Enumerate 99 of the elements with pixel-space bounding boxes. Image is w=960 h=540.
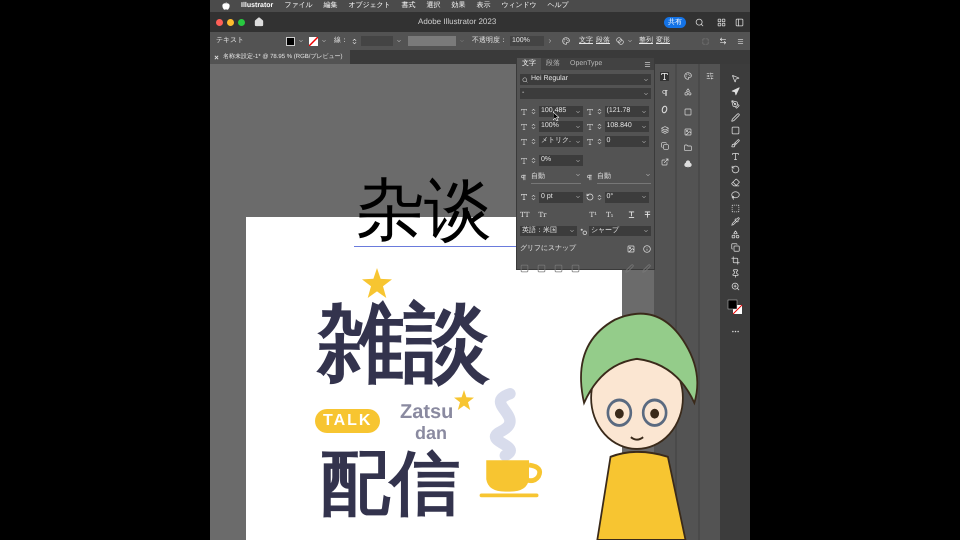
caret-icon[interactable] — [575, 158, 581, 164]
recolor-icon[interactable] — [562, 37, 570, 45]
brush-field[interactable] — [408, 36, 456, 46]
caret-icon[interactable] — [640, 138, 646, 144]
search-icon[interactable] — [522, 76, 528, 82]
color-guide-icon[interactable] — [684, 88, 692, 96]
caret-icon[interactable] — [575, 108, 581, 114]
type-setting-icon — [520, 108, 528, 116]
logo-romaji: Zatsu — [400, 402, 454, 422]
caret-icon[interactable] — [640, 108, 646, 114]
stepper-icon[interactable] — [530, 138, 537, 145]
caret-icon[interactable] — [627, 38, 633, 44]
strikethrough-icon[interactable] — [644, 211, 651, 218]
caret-icon[interactable] — [569, 228, 575, 234]
type-setting-icon — [520, 138, 528, 146]
antialias-icon — [580, 228, 586, 234]
type-setting-icon — [586, 122, 594, 130]
stepper-icon[interactable] — [530, 157, 537, 164]
color-icon[interactable] — [684, 72, 692, 80]
tool-icon[interactable] — [730, 256, 740, 265]
swatches-icon[interactable] — [684, 128, 692, 136]
tool-icon[interactable] — [730, 204, 740, 213]
panel-icon[interactable] — [735, 18, 744, 26]
rotate-icon — [586, 193, 594, 201]
window-title: Adobe Illustrator 2023 — [418, 16, 496, 28]
tool-icon[interactable] — [730, 139, 740, 148]
type-setting-icon — [520, 122, 528, 130]
tool-icon[interactable] — [730, 165, 740, 174]
export-icon[interactable] — [660, 158, 669, 166]
stepper-icon[interactable] — [530, 194, 537, 200]
close-icon[interactable] — [214, 54, 219, 60]
fill-stroke-icon[interactable] — [727, 299, 744, 315]
caret-icon[interactable] — [396, 38, 402, 44]
caret-icon[interactable] — [640, 124, 646, 130]
aki-right-icon — [586, 174, 593, 182]
libraries-icon[interactable] — [684, 144, 692, 152]
properties-icon[interactable] — [706, 72, 714, 80]
stepper-icon[interactable] — [530, 123, 537, 130]
tool-icon[interactable] — [730, 230, 740, 239]
symbols-icon[interactable] — [684, 160, 692, 168]
info-icon[interactable] — [643, 245, 651, 254]
zoom-button[interactable] — [238, 18, 245, 26]
tool-icon[interactable] — [730, 178, 740, 187]
character-panel-icon[interactable] — [660, 72, 670, 81]
talk-badge: TALK — [315, 409, 380, 433]
caret-icon[interactable] — [645, 172, 651, 178]
logo-romaji: dan — [415, 423, 448, 443]
stepper-icon[interactable] — [596, 123, 602, 130]
paragraph-icon[interactable] — [660, 89, 669, 97]
gradient-icon[interactable] — [684, 108, 692, 116]
menu-icon[interactable] — [737, 38, 744, 44]
stepper-icon[interactable] — [596, 108, 602, 115]
layers-icon[interactable] — [660, 126, 669, 134]
type-options-icon[interactable] — [616, 37, 624, 45]
tool-icon[interactable] — [730, 282, 740, 291]
caret-icon[interactable] — [575, 172, 581, 178]
caret-icon[interactable] — [643, 76, 649, 82]
close-button[interactable] — [216, 18, 223, 26]
caret-icon[interactable] — [575, 194, 581, 200]
align-icon[interactable] — [719, 37, 727, 45]
caret-icon[interactable] — [643, 228, 649, 234]
logo-title: 雑談 — [318, 300, 490, 386]
fill-swatch[interactable] — [286, 36, 295, 46]
opentype-icon[interactable] — [661, 105, 668, 114]
type-setting-icon — [586, 108, 594, 116]
caret-icon[interactable] — [640, 194, 646, 200]
tool-icon[interactable] — [730, 191, 740, 200]
mouse-cursor-icon — [553, 112, 559, 121]
caret-icon[interactable] — [298, 38, 304, 44]
snap-glyph-icon[interactable] — [627, 245, 635, 254]
apple-icon[interactable] — [222, 2, 230, 10]
tool-icon[interactable] — [730, 217, 740, 226]
home-icon[interactable] — [254, 17, 264, 27]
underline-icon[interactable] — [628, 211, 635, 218]
stepper-icon[interactable] — [530, 108, 537, 115]
star-icon — [454, 390, 474, 410]
scale-icon — [520, 156, 528, 164]
tool-icon[interactable] — [730, 152, 740, 161]
tool-icon[interactable] — [730, 100, 740, 109]
caret-icon[interactable] — [643, 90, 649, 96]
star-icon — [362, 268, 392, 298]
baseline-shift-icon — [520, 193, 528, 201]
tool-icon[interactable] — [730, 243, 740, 252]
stepper-icon[interactable] — [596, 138, 602, 145]
arrange-icon[interactable] — [717, 18, 726, 26]
logo-subtitle: 配信 — [320, 448, 460, 518]
caret-icon[interactable] — [321, 38, 327, 44]
minimize-button[interactable] — [227, 18, 234, 26]
tool-icon[interactable] — [730, 269, 740, 278]
caret-icon[interactable] — [575, 138, 581, 144]
type-setting-icon — [586, 138, 594, 146]
stroke-swatch[interactable] — [309, 36, 318, 46]
caret-icon[interactable] — [575, 124, 581, 130]
stepper-icon[interactable] — [596, 194, 602, 200]
aki-left-icon — [520, 174, 527, 182]
artboards-icon[interactable] — [660, 142, 669, 150]
panel-menu-icon[interactable] — [644, 60, 651, 68]
stepper-icon[interactable] — [351, 38, 358, 44]
search-icon[interactable] — [695, 18, 704, 26]
